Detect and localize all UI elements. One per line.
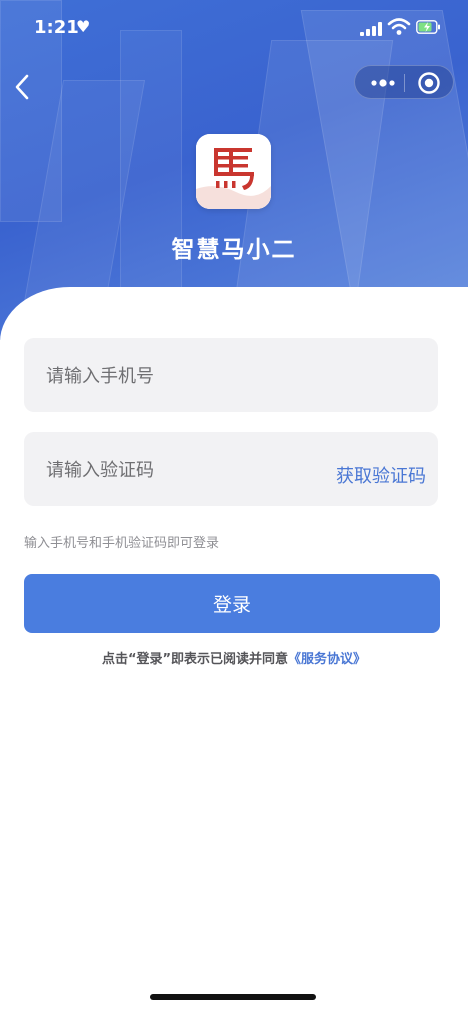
home-indicator [150, 994, 316, 1000]
heart-icon: ♥ [76, 17, 91, 36]
more-dots-icon[interactable] [367, 66, 399, 100]
agreement-prefix: 点击“登录”即表示已阅读并同意 [101, 652, 289, 667]
app-title: 智慧马小二 [171, 237, 297, 263]
phone-field-container [24, 338, 438, 414]
verification-code-input[interactable] [44, 432, 338, 508]
back-button[interactable] [10, 72, 34, 102]
mini-program-capsule [354, 65, 454, 99]
horse-logo-icon [196, 134, 271, 209]
login-hint: 输入手机号和手机验证码即可登录 [24, 536, 220, 551]
battery-charging-icon [416, 20, 440, 34]
app-logo [196, 134, 271, 209]
login-screen: 1:21 ♥ 智慧马小二 请输入手机号 请输入验证码 获取验证码 输入手机号和手… [0, 0, 468, 1010]
status-bar: 1:21 ♥ [0, 0, 468, 60]
signal-icon [360, 22, 382, 36]
code-field-container: 获取验证码 [24, 432, 438, 508]
status-time: 1:21 [34, 17, 79, 38]
wifi-icon [387, 18, 411, 35]
login-button[interactable]: 登录 [24, 574, 440, 633]
agreement-text: 点击“登录”即表示已阅读并同意《服务协议》 [0, 648, 468, 667]
target-circle-icon[interactable] [417, 71, 441, 95]
get-code-button[interactable]: 获取验证码 [336, 462, 426, 488]
phone-input[interactable] [44, 338, 338, 414]
service-agreement-link[interactable]: 《服务协议》 [288, 652, 366, 667]
